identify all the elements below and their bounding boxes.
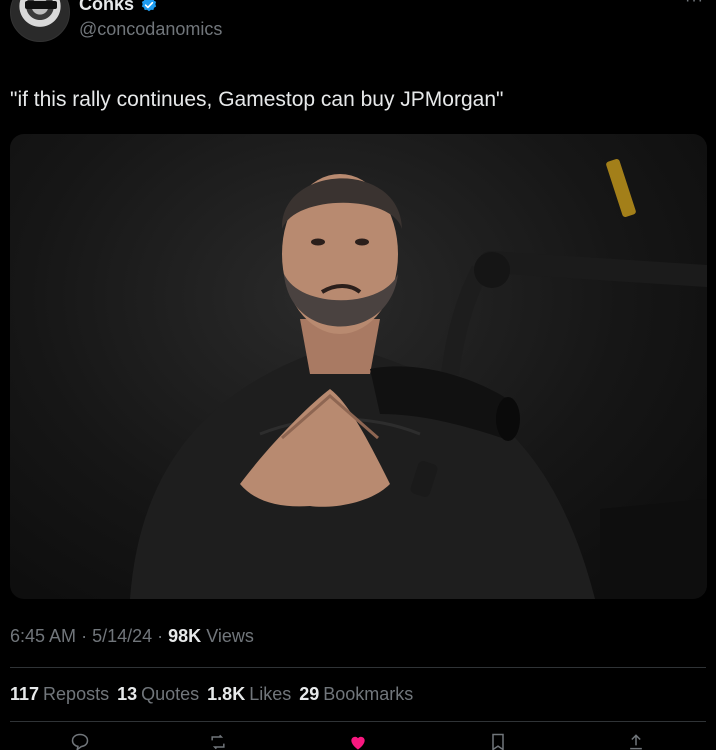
heart-icon: [351, 736, 365, 750]
likes-count: 1.8K: [207, 684, 246, 704]
repost-button[interactable]: [208, 732, 232, 750]
author-handle[interactable]: @concodanomics: [79, 19, 222, 40]
tweet-date: 5/14/24: [92, 626, 153, 646]
share-button[interactable]: [626, 732, 650, 750]
likes-label: Likes: [249, 684, 292, 704]
more-dots-icon[interactable]: ···: [685, 0, 704, 10]
tweet-detail-page: Conks @concodanomics ··· "if this rally …: [0, 0, 716, 750]
tweet-text: "if this rally continues, Gamestop can b…: [10, 88, 504, 111]
tweet-timestamp[interactable]: 6:45 AM · 5/14/24 · 98K Views: [10, 626, 254, 647]
engagement-stats: 117 Reposts 13 Quotes 1.8K Likes 29 Bookmark…: [10, 684, 413, 705]
bookmark-button[interactable]: [488, 732, 512, 750]
author-name[interactable]: Conks: [79, 0, 134, 15]
quotes-stat[interactable]: 13 Quotes: [117, 684, 199, 705]
views-count: 98K: [168, 626, 202, 646]
share-icon: [630, 734, 642, 750]
reposts-stat[interactable]: 117 Reposts: [10, 684, 109, 705]
quotes-label: Quotes: [141, 684, 200, 704]
tweet-time: 6:45 AM: [10, 626, 77, 646]
likes-stat[interactable]: 1.8K Likes: [207, 684, 291, 705]
reposts-count: 117: [10, 684, 40, 704]
action-bar: [0, 732, 716, 750]
repost-icon: [211, 734, 225, 750]
timestamp-separator: ·: [81, 626, 93, 646]
like-button[interactable]: [348, 732, 372, 750]
bookmarks-label: Bookmarks: [323, 684, 414, 704]
reply-icon: [71, 733, 89, 750]
views-label: Views: [206, 626, 254, 646]
media-illustration: [130, 159, 707, 599]
reposts-label: Reposts: [43, 684, 110, 704]
avatar[interactable]: [10, 0, 70, 42]
bookmarks-stat[interactable]: 29 Bookmarks: [299, 684, 413, 705]
author-name-row: Conks: [79, 0, 158, 15]
reply-button[interactable]: [70, 732, 94, 750]
bookmarks-count: 29: [299, 684, 320, 704]
divider: [10, 721, 706, 722]
divider: [10, 667, 706, 668]
tweet-media-video[interactable]: [10, 134, 707, 599]
verified-badge-icon: [141, 0, 157, 11]
timestamp-separator: ·: [157, 626, 169, 646]
bookmark-icon: [492, 733, 504, 750]
quotes-count: 13: [117, 684, 138, 704]
